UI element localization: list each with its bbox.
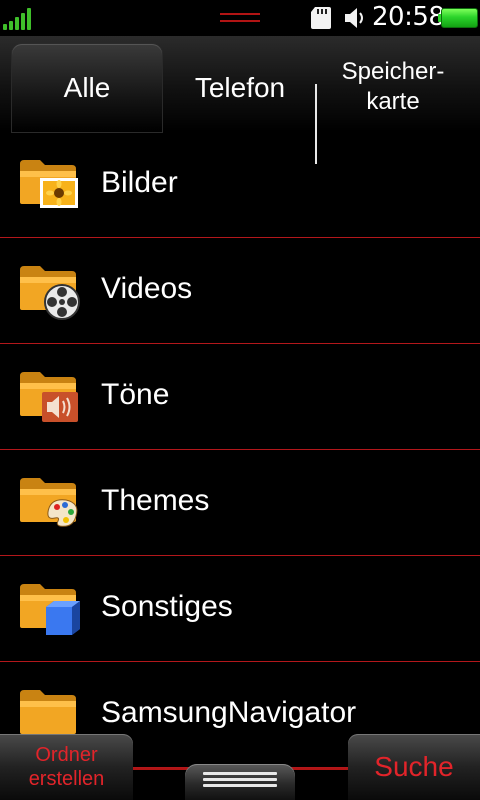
list-item[interactable]: Töne bbox=[0, 344, 480, 450]
status-bar: 20:58 bbox=[0, 0, 480, 36]
folder-name: SamsungNavigator bbox=[101, 696, 357, 729]
folder-name: Sonstiges bbox=[101, 590, 233, 623]
folder-other-icon bbox=[20, 584, 80, 635]
create-folder-button[interactable]: Ordner erstellen bbox=[0, 734, 133, 800]
folder-image-icon bbox=[20, 160, 78, 208]
tab-label: Telefon bbox=[194, 72, 286, 103]
tab-telefon[interactable]: Telefon bbox=[165, 44, 315, 132]
tab-bar: Alle Telefon Speicher- karte bbox=[0, 36, 480, 164]
search-button[interactable]: Suche bbox=[348, 734, 480, 800]
list-item[interactable]: Videos bbox=[0, 238, 480, 344]
folder-name: Videos bbox=[101, 272, 193, 305]
folder-name: Themes bbox=[101, 484, 210, 517]
folder-themes-icon bbox=[20, 478, 78, 527]
bottom-bar: Ordner erstellen Suche bbox=[0, 730, 480, 800]
tab-alle[interactable]: Alle bbox=[12, 44, 162, 132]
folder-name: Töne bbox=[101, 378, 170, 411]
tab-speicherkarte[interactable]: Speicher- karte bbox=[318, 44, 468, 132]
tab-label: Speicher- karte bbox=[341, 58, 445, 115]
menu-handle-icon[interactable] bbox=[185, 764, 295, 800]
folder-audio-icon bbox=[20, 372, 78, 422]
list-item[interactable]: Themes bbox=[0, 450, 480, 556]
list-item[interactable]: Sonstiges bbox=[0, 556, 480, 662]
tab-label: Alle bbox=[63, 72, 111, 103]
folder-list: Bilder Videos Töne Themes Sonstiges Sams… bbox=[0, 132, 480, 768]
clock: 20:58 bbox=[372, 2, 445, 32]
notification-indicator[interactable] bbox=[220, 13, 260, 23]
folder-video-icon bbox=[20, 266, 80, 320]
signal-icon bbox=[3, 8, 37, 30]
speaker-icon bbox=[345, 8, 363, 28]
folder-name: Bilder bbox=[101, 166, 178, 199]
list-item[interactable]: Bilder bbox=[0, 132, 480, 238]
battery-icon bbox=[438, 8, 478, 28]
sd-card-icon bbox=[311, 7, 331, 29]
